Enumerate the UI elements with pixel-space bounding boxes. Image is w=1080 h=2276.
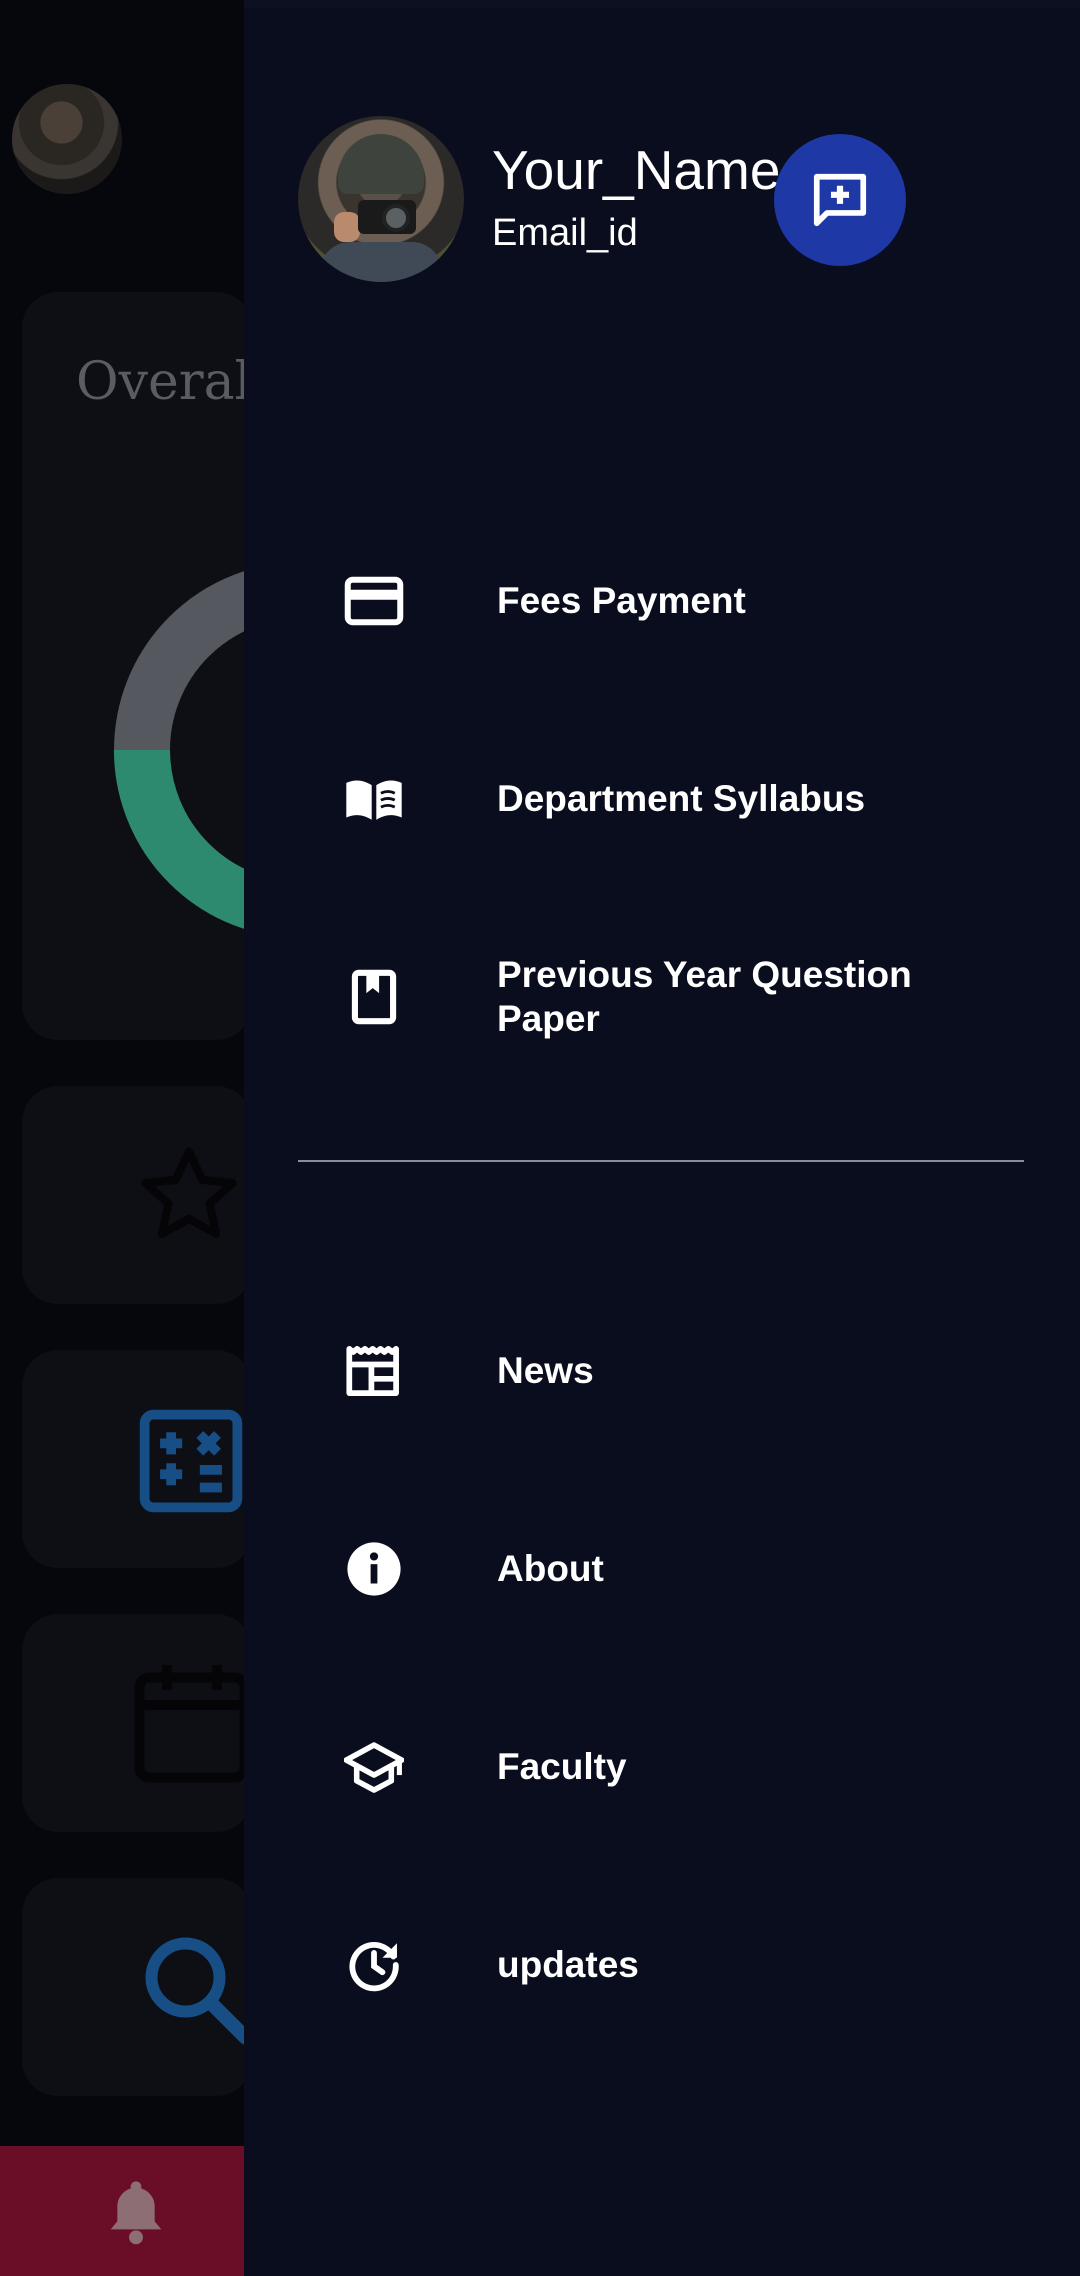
- background-card-search: [22, 1878, 253, 2096]
- background-avatar: [12, 84, 122, 194]
- menu-label-fees-payment: Fees Payment: [497, 580, 746, 621]
- calculator-icon: [139, 1409, 243, 1513]
- background-card-calculator: [22, 1350, 252, 1568]
- add-comment-button[interactable]: [774, 134, 906, 266]
- menu-item-faculty[interactable]: Faculty: [244, 1707, 1080, 1827]
- user-email: Email_id: [492, 212, 638, 254]
- star-icon: [141, 1147, 237, 1239]
- calendar-icon: [134, 1665, 250, 1783]
- menu-label-previous-year-question-paper: Previous Year Question Paper: [497, 954, 912, 1039]
- overall-card-title: Overal: [76, 352, 252, 412]
- graduation-cap-icon: [344, 1737, 404, 1797]
- drawer-top-edge: [244, 0, 1080, 8]
- menu-item-updates[interactable]: updates: [244, 1905, 1080, 2025]
- navigation-drawer: Your_Name Email_id Fees Payment Departme…: [244, 0, 1080, 2276]
- overall-card: Overal: [22, 292, 490, 1040]
- update-clock-icon: [344, 1935, 404, 1995]
- menu-item-news[interactable]: News: [244, 1311, 1080, 1431]
- menu-item-fees-payment[interactable]: Fees Payment: [244, 541, 1080, 661]
- notification-bar: [0, 2146, 250, 2276]
- menu-label-department-syllabus: Department Syllabus: [497, 778, 866, 819]
- credit-card-icon: [344, 571, 404, 631]
- add-comment-icon: [813, 173, 867, 227]
- menu-label-updates: updates: [497, 1944, 639, 1985]
- user-name: Your_Name: [492, 139, 781, 201]
- menu-label-about: About: [497, 1548, 604, 1589]
- menu-item-previous-year-question-paper[interactable]: Previous Year Question Paper: [244, 937, 1080, 1057]
- background-card-calendar: [22, 1614, 252, 1832]
- menu-label-faculty: Faculty: [497, 1746, 627, 1787]
- menu-label-news: News: [497, 1350, 594, 1391]
- bookmark-book-icon: [344, 967, 404, 1027]
- info-icon: [344, 1539, 404, 1599]
- bell-icon: [110, 2181, 162, 2245]
- menu-divider: [298, 1160, 1024, 1162]
- background-card-star: [22, 1086, 252, 1304]
- newspaper-icon: [344, 1341, 404, 1401]
- menu-item-about[interactable]: About: [244, 1509, 1080, 1629]
- menu-book-icon: [344, 769, 404, 829]
- search-icon: [145, 1937, 253, 2045]
- profile-avatar[interactable]: [298, 116, 464, 282]
- menu-item-department-syllabus[interactable]: Department Syllabus: [244, 739, 1080, 859]
